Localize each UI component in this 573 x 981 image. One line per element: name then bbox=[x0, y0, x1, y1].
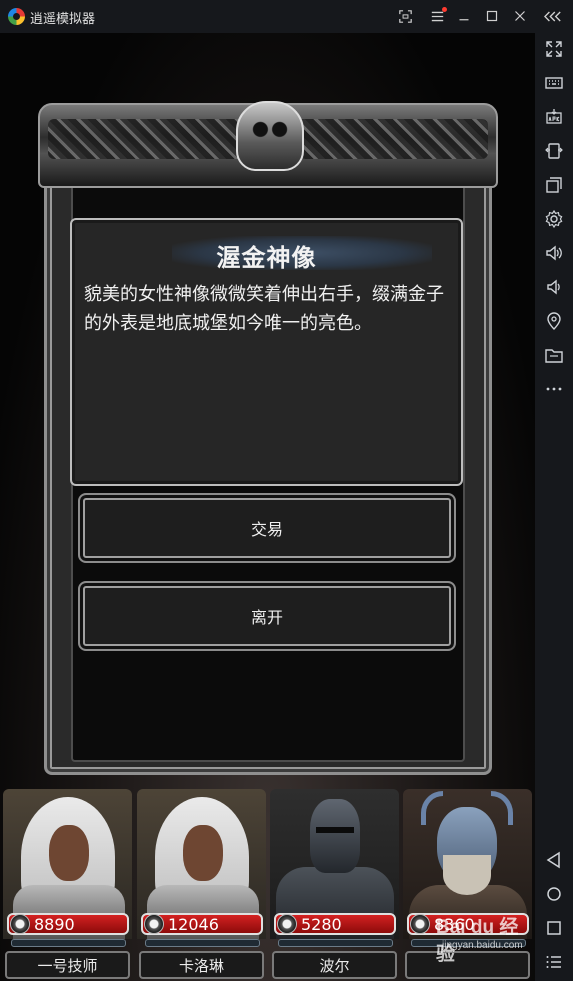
maximize-icon[interactable] bbox=[481, 5, 503, 27]
mana-bar bbox=[11, 939, 126, 947]
hp-value: 12046 bbox=[168, 914, 219, 934]
hp-bar: 5280 bbox=[274, 913, 396, 935]
settings-icon[interactable] bbox=[542, 207, 566, 231]
volume-down-icon[interactable] bbox=[542, 275, 566, 299]
member-name: 卡洛琳 bbox=[139, 951, 264, 979]
apk-install-icon[interactable] bbox=[542, 105, 566, 129]
hp-orb-icon bbox=[144, 914, 164, 934]
skull-ornament-icon bbox=[236, 101, 304, 171]
mana-bar bbox=[145, 939, 260, 947]
shake-icon[interactable] bbox=[542, 139, 566, 163]
hp-value: 5280 bbox=[301, 914, 342, 934]
hp-orb-icon bbox=[10, 914, 30, 934]
folder-icon[interactable] bbox=[542, 343, 566, 367]
mana-bar bbox=[278, 939, 393, 947]
hp-orb-icon bbox=[277, 914, 297, 934]
notification-dot bbox=[442, 7, 447, 12]
trade-button[interactable]: 交易 bbox=[78, 493, 456, 563]
party-member[interactable]: 5280 波尔 bbox=[268, 785, 401, 981]
hp-bar: 8890 bbox=[7, 913, 129, 935]
recent-apps-icon[interactable] bbox=[542, 916, 566, 940]
description-box: 渥金神像 貌美的女性神像微微笑着伸出右手，缀满金子的外表是地底城堡如今唯一的亮色… bbox=[70, 218, 463, 486]
volume-up-icon[interactable] bbox=[542, 241, 566, 265]
fullscreen-icon[interactable] bbox=[542, 37, 566, 61]
watermark: Bai du 经验 jingyan.baidu.com bbox=[436, 912, 536, 965]
member-name: 波尔 bbox=[272, 951, 397, 979]
dialog-crest bbox=[38, 101, 498, 188]
member-name bbox=[405, 951, 530, 979]
location-icon[interactable] bbox=[542, 309, 566, 333]
watermark-url: jingyan.baidu.com bbox=[442, 940, 523, 951]
window-title: 逍遥模拟器 bbox=[30, 12, 96, 27]
home-icon[interactable] bbox=[542, 882, 566, 906]
hp-bar: 12046 bbox=[141, 913, 263, 935]
emulator-sidebar bbox=[535, 33, 573, 981]
hp-orb-icon bbox=[410, 914, 430, 934]
dialog-title: 渥金神像 bbox=[216, 244, 317, 272]
menu-icon[interactable] bbox=[426, 5, 448, 27]
event-dialog: 渥金神像 貌美的女性神像微微笑着伸出右手，缀满金子的外表是地底城堡如今唯一的亮色… bbox=[38, 101, 498, 775]
hp-value: 8890 bbox=[34, 914, 75, 934]
minimize-icon[interactable] bbox=[453, 5, 475, 27]
member-name: 一号技师 bbox=[5, 951, 130, 979]
collapse-sidebar-icon[interactable] bbox=[542, 5, 564, 27]
emulator-titlebar: 逍遥模拟器 bbox=[0, 0, 573, 33]
party-member[interactable]: 8890 一号技师 bbox=[1, 785, 134, 981]
nav-menu-icon[interactable] bbox=[542, 950, 566, 974]
dialog-text: 貌美的女性神像微微笑着伸出右手，缀满金子的外表是地底城堡如今唯一的亮色。 bbox=[84, 284, 444, 334]
party-member[interactable]: 12046 卡洛琳 bbox=[135, 785, 268, 981]
app-logo-icon bbox=[8, 8, 25, 25]
close-icon[interactable] bbox=[509, 5, 531, 27]
leave-button[interactable]: 离开 bbox=[78, 581, 456, 651]
more-icon[interactable] bbox=[542, 377, 566, 401]
keyboard-icon[interactable] bbox=[542, 71, 566, 95]
back-icon[interactable] bbox=[542, 848, 566, 872]
multi-window-icon[interactable] bbox=[542, 173, 566, 197]
game-viewport[interactable]: 渥金神像 貌美的女性神像微微笑着伸出右手，缀满金子的外表是地底城堡如今唯一的亮色… bbox=[0, 33, 535, 981]
screen-capture-icon[interactable] bbox=[394, 5, 416, 27]
